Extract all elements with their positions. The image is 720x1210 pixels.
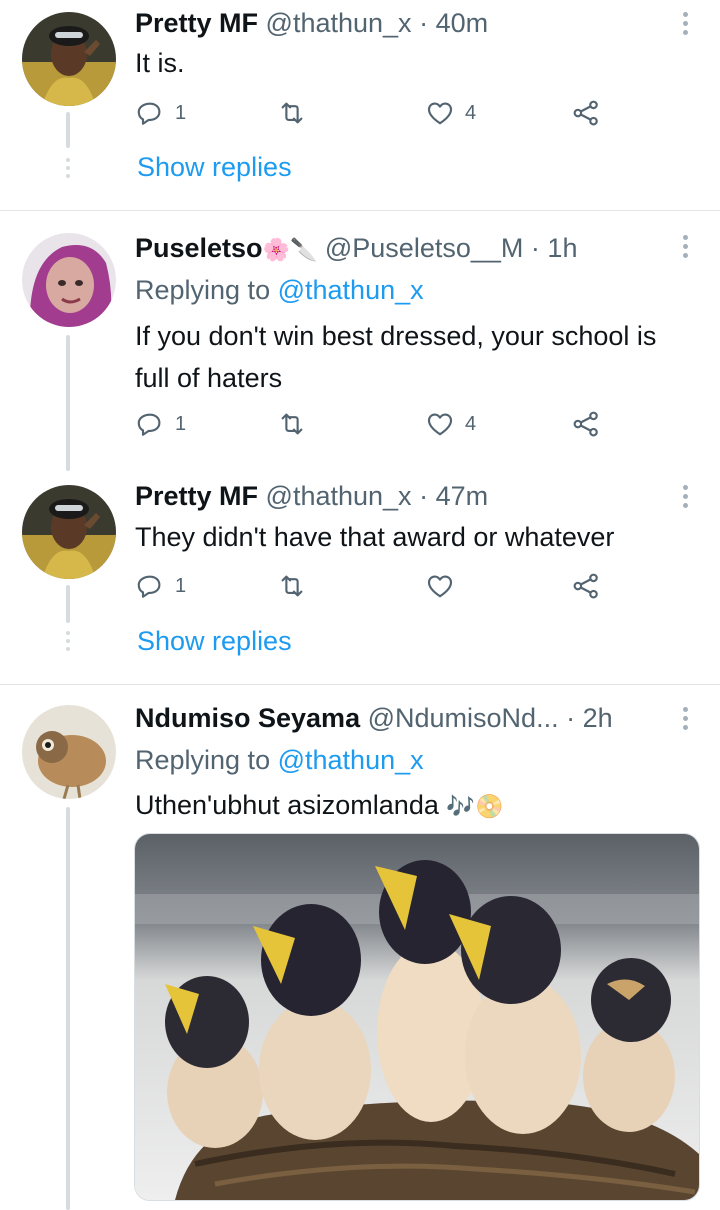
- handle[interactable]: @Puseletso__M: [325, 233, 524, 263]
- share-icon: [571, 571, 601, 601]
- handle[interactable]: @thathun_x: [266, 8, 412, 38]
- timestamp[interactable]: 2h: [583, 703, 613, 733]
- tweet-media-image[interactable]: [134, 833, 700, 1201]
- reply-button[interactable]: 1: [135, 409, 186, 439]
- separator: ·: [530, 233, 540, 263]
- tweet-header: Puseletso🌸🔪 @Puseletso__M · 1h: [135, 231, 668, 267]
- tweet-text: Uthen'ubhut asizomlanda 🎶📀: [135, 784, 698, 827]
- replying-to: Replying to @thathun_x: [135, 273, 424, 307]
- tweet-emoji: 🎶📀: [446, 793, 504, 819]
- retweet-button[interactable]: [277, 571, 307, 601]
- tweet-1[interactable]: Pretty MF @thathun_x · 40m It is. 1 4 Sh…: [0, 0, 720, 210]
- tweet-header: Ndumiso Seyama @NdumisoNd... · 2h: [135, 701, 668, 735]
- reply-count: 1: [175, 412, 187, 435]
- more-icon[interactable]: [680, 235, 690, 262]
- tweet-actions: 1 4: [135, 98, 615, 138]
- reply-icon: [135, 409, 165, 439]
- reply-button[interactable]: 1: [135, 571, 186, 601]
- like-button[interactable]: [425, 571, 455, 601]
- more-icon[interactable]: [680, 12, 690, 39]
- tweet-2[interactable]: Puseletso🌸🔪 @Puseletso__M · 1h Replying …: [0, 211, 720, 471]
- separator: ·: [419, 8, 429, 38]
- retweet-icon: [277, 409, 307, 439]
- tweet-3[interactable]: Pretty MF @thathun_x · 47m They didn't h…: [0, 471, 720, 684]
- share-button[interactable]: [571, 98, 601, 128]
- avatar[interactable]: [22, 12, 116, 106]
- avatar[interactable]: [22, 705, 116, 799]
- share-icon: [571, 98, 601, 128]
- tweet-actions: 1 4: [135, 409, 615, 449]
- avatar[interactable]: [22, 485, 116, 579]
- retweet-button[interactable]: [277, 98, 307, 128]
- like-icon: [425, 98, 455, 128]
- tweet-text: It is.: [135, 48, 185, 78]
- replying-to: Replying to @thathun_x: [135, 743, 424, 777]
- tweet-text: If you don't win best dressed, your scho…: [135, 321, 657, 393]
- tweet-actions: 1: [135, 571, 615, 611]
- reply-icon: [135, 571, 165, 601]
- timestamp[interactable]: 1h: [547, 233, 577, 263]
- retweet-icon: [277, 571, 307, 601]
- reply-count: 1: [175, 574, 187, 597]
- reply-icon: [135, 98, 165, 128]
- tweet-text-content: Uthen'ubhut asizomlanda: [135, 790, 439, 820]
- share-button[interactable]: [571, 409, 601, 439]
- more-icon[interactable]: [680, 707, 690, 734]
- display-name[interactable]: Puseletso: [135, 233, 263, 263]
- name-emoji: 🌸🔪: [262, 237, 318, 262]
- tweet-text: They didn't have that award or whatever: [135, 522, 615, 552]
- share-icon: [571, 409, 601, 439]
- show-replies-link[interactable]: Show replies: [137, 152, 292, 183]
- timestamp[interactable]: 40m: [436, 8, 489, 38]
- retweet-button[interactable]: [277, 409, 307, 439]
- replying-prefix: Replying to: [135, 745, 271, 775]
- handle[interactable]: @thathun_x: [266, 481, 412, 511]
- like-button[interactable]: 4: [425, 98, 476, 128]
- tweet-4[interactable]: Ndumiso Seyama @NdumisoNd... · 2h Replyi…: [0, 685, 720, 1210]
- separator: ·: [419, 481, 429, 511]
- handle[interactable]: @NdumisoNd...: [368, 703, 559, 733]
- replying-prefix: Replying to: [135, 275, 271, 305]
- display-name[interactable]: Pretty MF: [135, 8, 258, 38]
- show-replies-link[interactable]: Show replies: [137, 626, 292, 657]
- like-icon: [425, 409, 455, 439]
- mention-link[interactable]: @thathun_x: [278, 275, 424, 305]
- tweet-header: Pretty MF @thathun_x · 40m: [135, 6, 668, 40]
- like-icon: [425, 571, 455, 601]
- display-name[interactable]: Ndumiso Seyama: [135, 703, 360, 733]
- separator: ·: [566, 703, 576, 733]
- like-count: 4: [465, 101, 477, 124]
- timestamp[interactable]: 47m: [436, 481, 489, 511]
- tweet-header: Pretty MF @thathun_x · 47m: [135, 479, 668, 513]
- share-button[interactable]: [571, 571, 601, 601]
- like-count: 4: [465, 412, 477, 435]
- avatar[interactable]: [22, 233, 116, 327]
- like-button[interactable]: 4: [425, 409, 476, 439]
- mention-link[interactable]: @thathun_x: [278, 745, 424, 775]
- retweet-icon: [277, 98, 307, 128]
- reply-button[interactable]: 1: [135, 98, 186, 128]
- more-icon[interactable]: [680, 485, 690, 512]
- display-name[interactable]: Pretty MF: [135, 481, 258, 511]
- reply-count: 1: [175, 101, 187, 124]
